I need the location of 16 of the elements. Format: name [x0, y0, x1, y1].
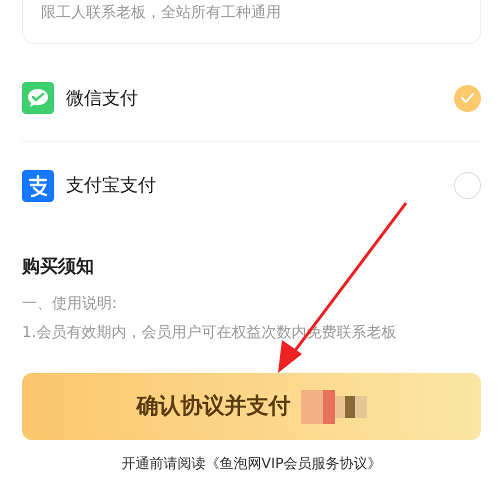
payment-label: 微信支付	[66, 86, 138, 110]
payment-option[interactable]: 支付宝支付	[22, 142, 481, 229]
radio-button[interactable]	[454, 84, 481, 112]
card-text: 限工人联系老板，全站所有工种通用	[41, 2, 282, 23]
alipay-logo-icon	[22, 170, 54, 202]
payment-option[interactable]: 微信支付	[22, 55, 481, 142]
chat-bubble-icon	[22, 82, 54, 114]
blurred-price-drawing	[300, 390, 366, 424]
check-icon	[461, 93, 474, 103]
agreement-link[interactable]: 《鱼泡网VIP会员服务协议》	[205, 456, 382, 472]
confirm-pay-button[interactable]: 确认协议并支付	[22, 373, 481, 440]
radio-button[interactable]	[454, 172, 481, 199]
agreement-text: 开通前请阅读《鱼泡网VIP会员服务协议》	[121, 455, 382, 474]
notice-title: 购买须知	[22, 255, 95, 279]
payment-label: 支付宝支付	[66, 174, 156, 198]
notice-line: 一、使用说明:	[22, 293, 118, 314]
